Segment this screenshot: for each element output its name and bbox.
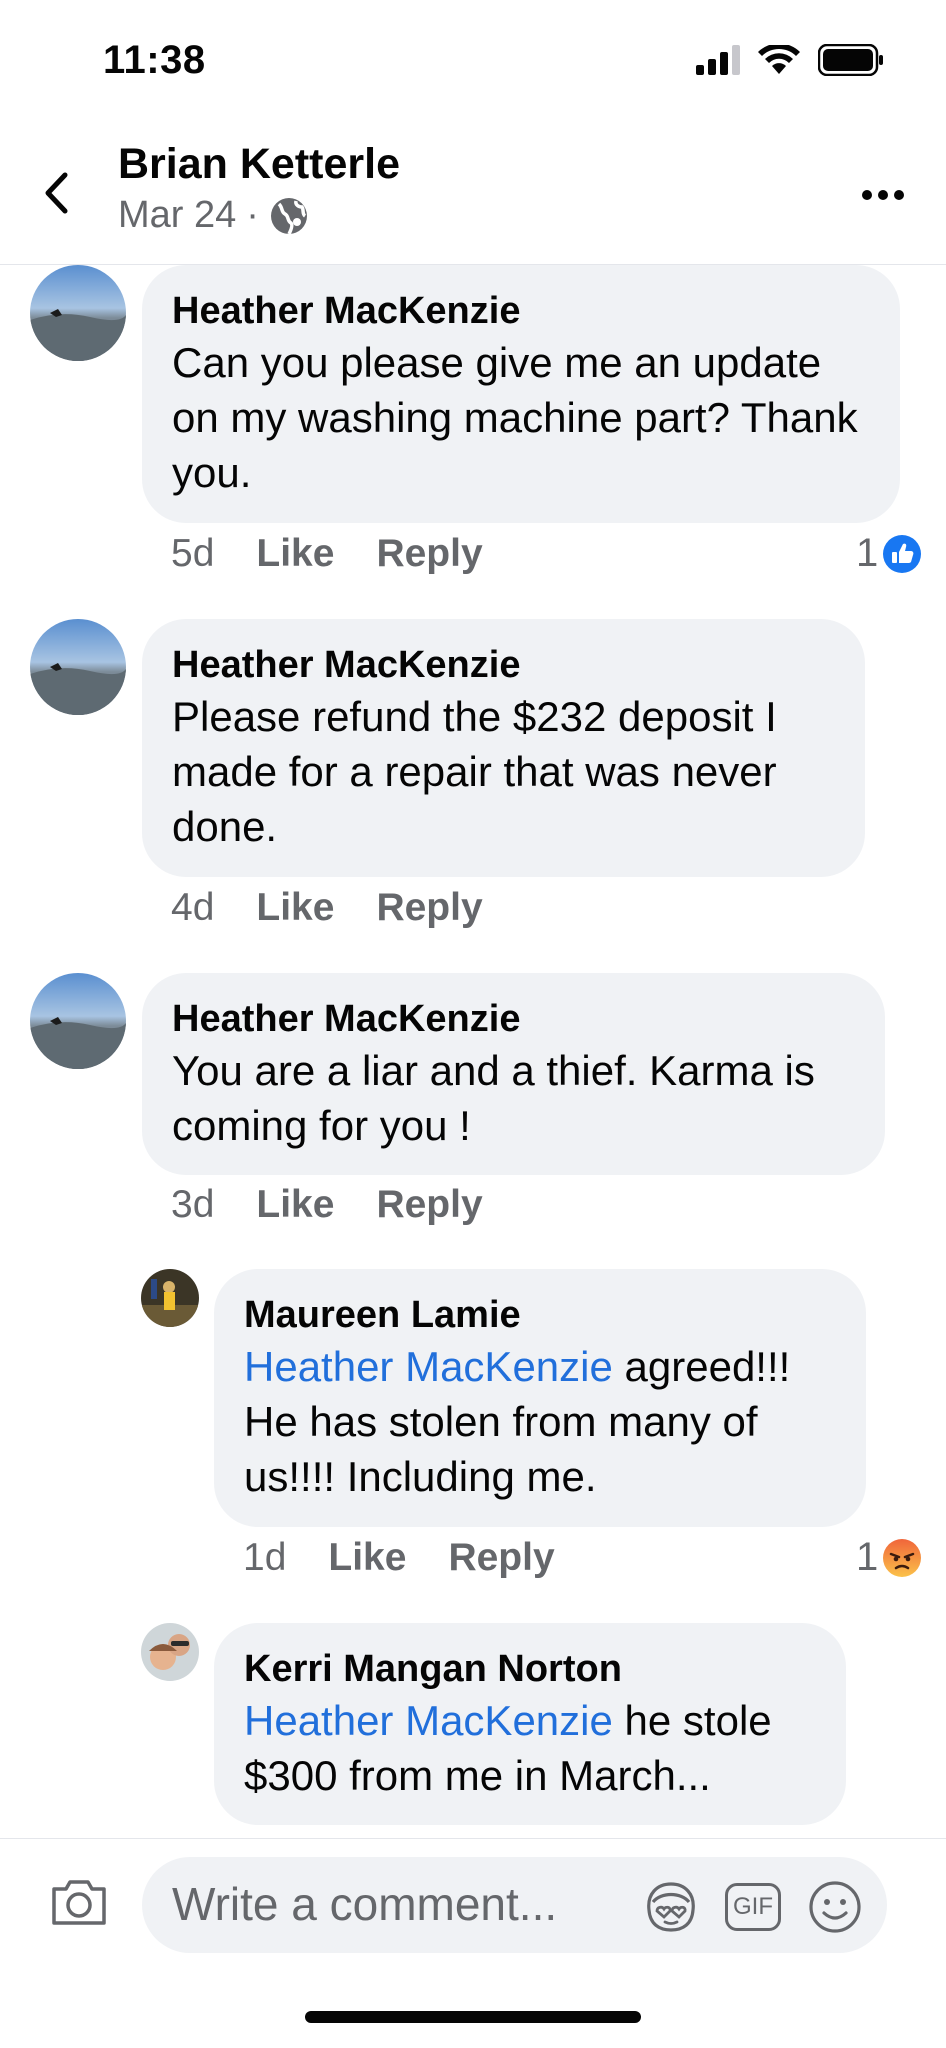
status-time: 11:38 — [103, 38, 206, 82]
gif-button[interactable]: GIF — [725, 1883, 781, 1931]
back-button[interactable] — [36, 168, 76, 218]
comment-author[interactable]: Kerri Mangan Norton — [244, 1645, 816, 1693]
comment-text: Heather MacKenzie he stole $300 from me … — [244, 1693, 816, 1803]
composer-icons: GIF — [643, 1879, 863, 1935]
avatar[interactable] — [141, 1623, 199, 1681]
comment-author[interactable]: Maureen Lamie — [244, 1291, 836, 1339]
chevron-left-icon — [45, 172, 68, 214]
comment-actions: 3d Like Reply — [171, 1183, 525, 1227]
comments-list: Heather MacKenzie Can you please give me… — [0, 265, 946, 1835]
avatar[interactable] — [141, 1269, 199, 1327]
reaction-count: 1 — [856, 531, 879, 575]
like-button[interactable]: Like — [256, 532, 334, 576]
reply-button[interactable]: Reply — [376, 886, 482, 930]
gif-label: GIF — [733, 1893, 773, 1920]
like-button[interactable]: Like — [256, 886, 334, 930]
reply-button[interactable]: Reply — [376, 532, 482, 576]
home-indicator — [305, 2011, 641, 2023]
meta-separator: · — [246, 194, 259, 236]
post-date[interactable]: Mar 24 — [118, 194, 236, 237]
comment-time[interactable]: 3d — [171, 1183, 214, 1227]
mention-link[interactable]: Heather MacKenzie — [244, 1343, 613, 1390]
reaction-summary[interactable]: 1 — [856, 1535, 922, 1580]
post-meta: Mar 24 · — [118, 194, 309, 237]
like-button[interactable]: Like — [256, 1183, 334, 1227]
post-header: Brian Ketterle Mar 24 · — [0, 120, 946, 265]
comment-actions: 4d Like Reply — [171, 886, 525, 930]
globe-icon — [270, 197, 307, 235]
avatar[interactable] — [30, 265, 126, 361]
battery-icon — [818, 44, 883, 76]
comment-author[interactable]: Heather MacKenzie — [172, 995, 855, 1043]
emoji-icon[interactable] — [807, 1879, 863, 1935]
comment-bubble[interactable]: Heather MacKenzie Can you please give me… — [142, 265, 900, 523]
comment-author[interactable]: Heather MacKenzie — [172, 641, 835, 689]
reaction-summary[interactable]: 1 — [856, 531, 922, 576]
avatar[interactable] — [30, 619, 126, 715]
comment-input[interactable]: Write a comment... GIF — [142, 1857, 887, 1953]
camera-icon — [52, 1880, 106, 1925]
reply-button[interactable]: Reply — [448, 1536, 554, 1580]
comment-time[interactable]: 5d — [171, 532, 214, 576]
comment-text: You are a liar and a thief. Karma is com… — [172, 1047, 815, 1149]
comment-bubble[interactable]: Heather MacKenzie Please refund the $232… — [142, 619, 865, 877]
comment-text: Please refund the $232 deposit I made fo… — [172, 693, 777, 850]
comment-text: Can you please give me an update on my w… — [172, 339, 858, 496]
comment-time[interactable]: 4d — [171, 886, 214, 930]
comment-bubble[interactable]: Kerri Mangan Norton Heather MacKenzie he… — [214, 1623, 846, 1825]
comment-composer: Write a comment... GIF — [0, 1838, 946, 1953]
comment-input-placeholder: Write a comment... — [172, 1878, 558, 1930]
more-dots-icon — [862, 190, 904, 200]
status-bar: 11:38 — [0, 0, 946, 120]
comment-actions: 1d Like Reply — [243, 1536, 597, 1580]
comment-time[interactable]: 1d — [243, 1536, 286, 1580]
cellular-signal-icon — [696, 45, 740, 75]
camera-button[interactable] — [50, 1877, 108, 1932]
avatar[interactable] — [30, 973, 126, 1069]
like-reaction-icon — [883, 534, 922, 573]
wifi-icon — [758, 45, 800, 74]
avatar-sticker-icon[interactable] — [643, 1880, 699, 1934]
reply-button[interactable]: Reply — [376, 1183, 482, 1227]
angry-reaction-icon — [883, 1538, 922, 1577]
comment-bubble[interactable]: Heather MacKenzie You are a liar and a t… — [142, 973, 885, 1175]
like-button[interactable]: Like — [328, 1536, 406, 1580]
post-author-name[interactable]: Brian Ketterle — [118, 140, 400, 189]
comment-text: Heather MacKenzie agreed!!! He has stole… — [244, 1339, 836, 1504]
status-icons — [696, 44, 884, 76]
comment-bubble[interactable]: Maureen Lamie Heather MacKenzie agreed!!… — [214, 1269, 866, 1527]
comment-actions: 5d Like Reply — [171, 532, 525, 576]
comment-author[interactable]: Heather MacKenzie — [172, 287, 870, 335]
reaction-count: 1 — [856, 1535, 879, 1579]
more-options-button[interactable] — [858, 180, 908, 210]
mention-link[interactable]: Heather MacKenzie — [244, 1697, 613, 1744]
